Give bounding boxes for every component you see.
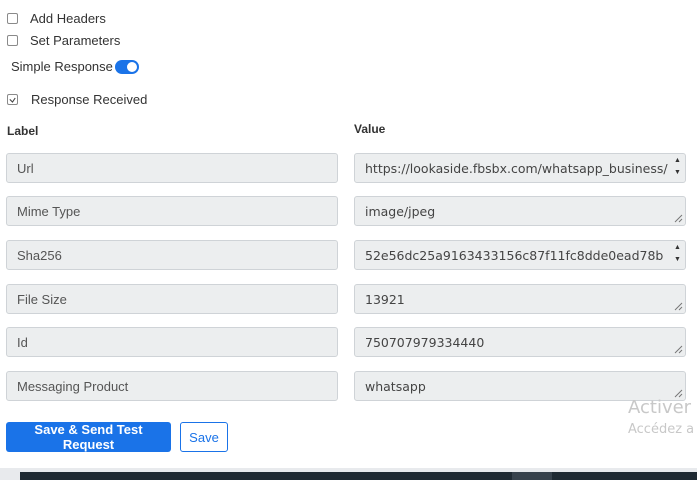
label-field-file-size[interactable]: File Size: [6, 284, 338, 314]
label-column-header: Label: [7, 124, 39, 138]
value-field-sha256[interactable]: 52e56dc25a9163433156c87f11fc8dde0ead78b …: [354, 240, 686, 270]
label-field-sha256[interactable]: Sha256: [6, 240, 338, 270]
value-field-text: image/jpeg: [365, 203, 436, 219]
scroll-arrows-icon[interactable]: ▲ ▼: [673, 157, 682, 177]
value-field-url[interactable]: https://lookaside.fbsbx.com/whatsapp_bus…: [354, 153, 686, 183]
set-parameters-option[interactable]: Set Parameters: [7, 33, 120, 48]
label-field-text: Url: [17, 160, 34, 176]
add-headers-label: Add Headers: [30, 11, 106, 26]
label-field-text: Id: [17, 334, 28, 350]
add-headers-checkbox[interactable]: [7, 13, 18, 24]
simple-response-toggle[interactable]: [115, 60, 139, 74]
taskbar: [20, 472, 697, 480]
resize-grip-icon[interactable]: [674, 345, 683, 354]
label-field-id[interactable]: Id: [6, 327, 338, 357]
response-received-option[interactable]: Response Received: [7, 92, 147, 107]
label-field-text: Messaging Product: [17, 378, 129, 394]
simple-response-label: Simple Response: [11, 59, 113, 74]
save-and-send-test-request-button[interactable]: Save & Send Test Request: [6, 422, 171, 452]
value-column-header: Value: [354, 122, 386, 136]
simple-response-option: Simple Response: [11, 59, 113, 74]
resize-grip-icon[interactable]: [674, 214, 683, 223]
label-field-text: Sha256: [17, 247, 62, 263]
value-field-mime-type[interactable]: image/jpeg: [354, 196, 686, 226]
resize-grip-icon[interactable]: [674, 302, 683, 311]
set-parameters-checkbox[interactable]: [7, 35, 18, 46]
set-parameters-label: Set Parameters: [30, 33, 121, 48]
value-field-text: whatsapp: [365, 378, 426, 394]
value-field-id[interactable]: 750707979334440: [354, 327, 686, 357]
value-field-text: 52e56dc25a9163433156c87f11fc8dde0ead78b: [365, 248, 664, 263]
label-field-messaging-product[interactable]: Messaging Product: [6, 371, 338, 401]
toggle-knob: [127, 62, 137, 72]
taskbar-segment: [512, 472, 552, 480]
activation-watermark-subtitle: Accédez a: [628, 422, 695, 437]
value-field-file-size[interactable]: 13921: [354, 284, 686, 314]
save-button[interactable]: Save: [180, 422, 228, 452]
scroll-arrows-icon[interactable]: ▲ ▼: [673, 244, 682, 264]
value-field-text: https://lookaside.fbsbx.com/whatsapp_bus…: [365, 161, 668, 176]
add-headers-option[interactable]: Add Headers: [7, 11, 106, 26]
checkmark-icon: [9, 97, 16, 103]
value-field-text: 750707979334440: [365, 334, 485, 350]
response-received-checkbox[interactable]: [7, 94, 18, 105]
label-field-text: Mime Type: [17, 203, 81, 219]
label-field-url[interactable]: Url: [6, 153, 338, 183]
label-field-text: File Size: [17, 291, 67, 307]
value-field-text: 13921: [365, 291, 405, 307]
response-received-label: Response Received: [31, 92, 148, 107]
label-field-mime-type[interactable]: Mime Type: [6, 196, 338, 226]
activation-watermark-title: Activer W: [628, 397, 697, 418]
